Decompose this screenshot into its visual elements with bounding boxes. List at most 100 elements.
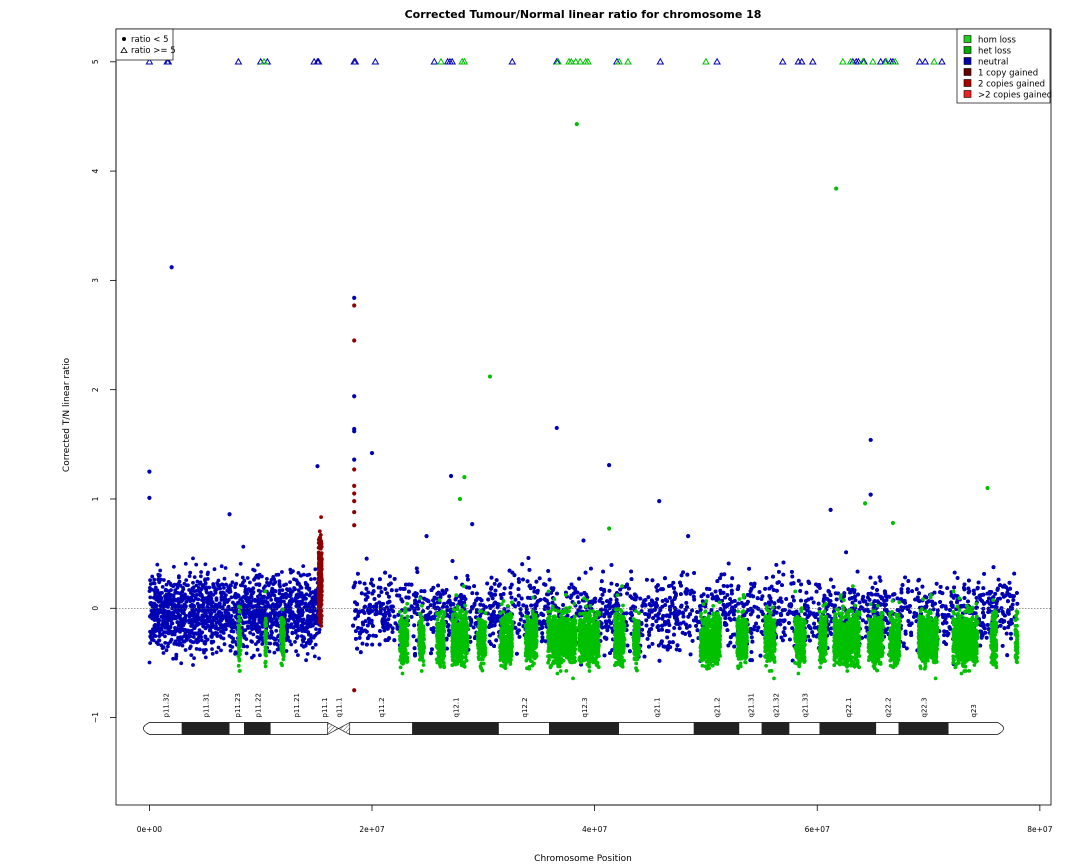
data-point — [187, 574, 192, 578]
data-point — [293, 598, 298, 603]
data-point — [232, 625, 237, 629]
data-point — [231, 629, 236, 634]
data-point — [152, 602, 157, 606]
data-point — [277, 604, 282, 608]
data-point — [172, 564, 176, 569]
data-point — [257, 583, 262, 587]
data-point — [164, 588, 169, 592]
data-point — [222, 642, 227, 647]
data-point — [204, 586, 209, 591]
data-point — [265, 577, 269, 581]
data-point — [312, 601, 317, 606]
data-point — [224, 618, 229, 623]
data-point — [295, 636, 299, 640]
data-point — [199, 570, 204, 574]
data-point — [196, 621, 201, 626]
data-point — [173, 626, 177, 630]
data-point — [222, 623, 227, 628]
data-point — [255, 635, 260, 639]
data-point — [148, 586, 152, 590]
data-point — [301, 564, 306, 568]
data-point — [156, 599, 161, 604]
data-point — [317, 656, 321, 661]
data-point — [154, 595, 159, 599]
data-point — [290, 611, 295, 615]
data-point — [191, 635, 196, 639]
data-point — [166, 598, 171, 602]
data-point — [276, 572, 281, 577]
data-point — [248, 610, 253, 615]
data-point — [224, 582, 229, 587]
data-point — [269, 624, 273, 629]
data-point — [199, 574, 203, 579]
data-point — [212, 609, 217, 614]
data-point — [173, 591, 178, 595]
data-point — [244, 651, 249, 656]
data-point — [260, 642, 265, 646]
data-point — [300, 608, 305, 612]
data-point — [199, 638, 204, 643]
data-point — [163, 634, 167, 639]
data-point — [148, 614, 152, 619]
data-point — [299, 586, 304, 590]
data-point — [244, 607, 249, 611]
data-point — [263, 584, 268, 588]
data-point — [293, 640, 297, 644]
data-point — [313, 567, 318, 572]
data-point — [148, 578, 153, 583]
data-point — [188, 639, 193, 643]
data-point — [223, 627, 228, 631]
data-point — [245, 644, 250, 649]
data-point — [178, 637, 183, 641]
data-point — [301, 635, 306, 640]
data-point — [210, 631, 215, 636]
data-point — [288, 567, 293, 572]
data-point — [166, 644, 170, 649]
data-point — [240, 575, 245, 580]
data-point — [245, 576, 250, 580]
data-point — [229, 583, 233, 588]
data-point — [249, 595, 254, 600]
data-point — [273, 589, 278, 594]
data-point — [191, 580, 195, 585]
data-point — [311, 596, 316, 600]
data-point — [156, 577, 161, 582]
data-point — [147, 660, 152, 665]
data-point — [203, 655, 208, 660]
data-point — [294, 604, 299, 608]
data-point — [158, 568, 163, 573]
data-point — [270, 586, 275, 591]
data-point — [220, 629, 225, 634]
data-point — [203, 562, 208, 567]
data-point — [245, 599, 249, 603]
data-point — [214, 596, 219, 601]
data-point — [297, 612, 302, 616]
data-point — [301, 621, 305, 625]
data-point — [188, 612, 193, 617]
data-point — [149, 636, 154, 640]
data-point — [245, 595, 250, 600]
data-point — [203, 634, 208, 639]
data-point — [229, 595, 234, 600]
data-point — [178, 627, 183, 631]
data-point — [182, 639, 187, 644]
data-point — [212, 617, 217, 622]
data-point — [290, 630, 295, 635]
data-point — [206, 615, 211, 619]
data-point — [256, 563, 260, 567]
data-point — [196, 609, 201, 614]
data-point — [312, 613, 316, 617]
data-point — [167, 625, 172, 629]
data-point — [185, 595, 190, 600]
data-point — [163, 623, 168, 628]
data-point — [208, 627, 212, 632]
data-point — [189, 597, 194, 601]
data-point — [269, 598, 273, 602]
data-point — [172, 609, 177, 614]
data-point — [288, 587, 292, 592]
data-point — [194, 562, 199, 567]
data-point — [206, 598, 211, 603]
data-point — [253, 576, 258, 580]
data-point — [160, 608, 164, 613]
data-point — [238, 598, 243, 602]
